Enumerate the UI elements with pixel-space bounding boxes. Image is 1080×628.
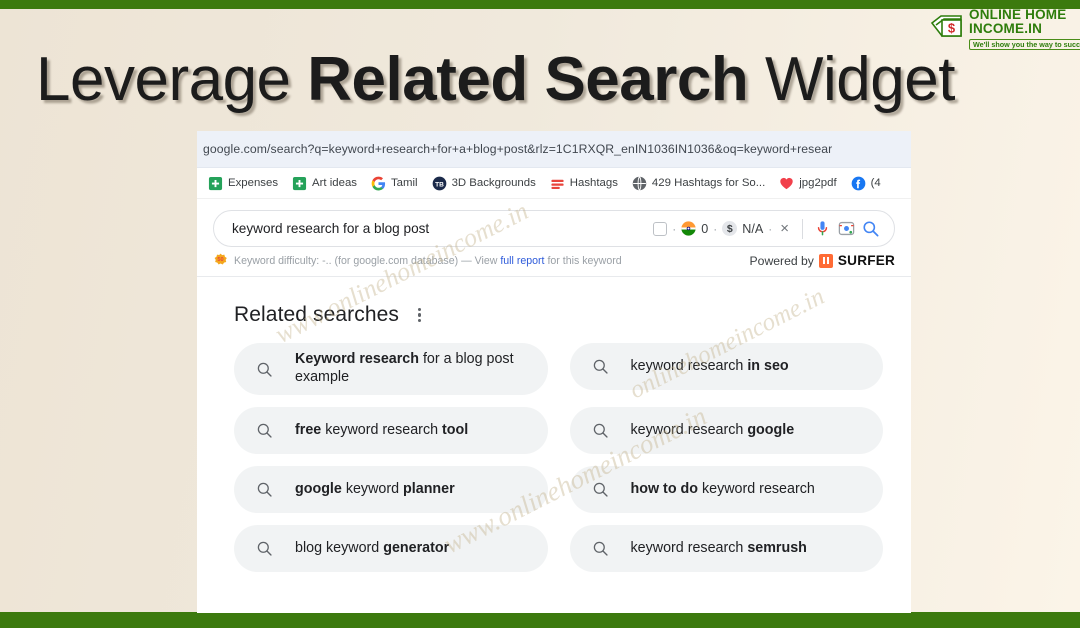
related-searches-header: Related searches: [234, 303, 883, 327]
related-search-item[interactable]: keyword research semrush: [569, 525, 883, 572]
svg-text:50: 50: [217, 257, 223, 263]
bottom-green-band: [0, 612, 1080, 628]
bookmark-expenses[interactable]: Expenses: [201, 174, 285, 193]
search-input[interactable]: keyword research for a blog post: [232, 221, 653, 236]
separator-dot: ·: [768, 221, 773, 236]
red-lines-icon: [551, 179, 564, 189]
search-icon: [593, 423, 608, 438]
bookmark-facebook[interactable]: (4: [844, 174, 888, 193]
title-part-2: Related Search: [307, 45, 749, 114]
select-checkbox[interactable]: [653, 221, 668, 236]
related-search-item[interactable]: google keyword planner: [234, 466, 548, 513]
related-search-label: free keyword research tool: [295, 421, 469, 438]
facebook-icon: [851, 176, 865, 190]
full-report-link[interactable]: full report: [500, 255, 544, 267]
bookmarks-bar: Expenses Art ideas Tamil TB 3D Backgroun…: [197, 168, 911, 199]
search-icon: [257, 541, 272, 556]
cpc-value: N/A: [742, 221, 764, 236]
related-searches-grid: Keyword research for a blog post example…: [234, 343, 883, 572]
search-icon: [257, 362, 272, 377]
search-icon: [593, 541, 608, 556]
related-search-label: keyword research google: [630, 421, 795, 438]
search-icon: [257, 423, 272, 438]
page-title: Leverage Related Search Widget: [36, 44, 1036, 116]
related-search-item[interactable]: blog keyword generator: [234, 525, 548, 572]
related-search-label: Keyword research for a blog post example: [295, 351, 514, 385]
sheets-icon: [208, 176, 223, 190]
brand-line-2: INCOME.IN: [969, 20, 1043, 36]
related-search-label: keyword research semrush: [630, 539, 807, 556]
brand-line-1: ONLINE HOME: [969, 7, 1067, 23]
search-area: keyword research for a blog post · 0 · $…: [197, 199, 911, 247]
search-icon: [593, 359, 608, 374]
more-options-icon[interactable]: [412, 304, 427, 326]
related-search-item[interactable]: keyword research in seo: [569, 343, 883, 390]
related-search-label: google keyword planner: [295, 480, 455, 497]
divider: [802, 218, 803, 239]
surfer-badge-icon: 50: [214, 253, 227, 265]
bookmark-label: (4: [870, 177, 881, 189]
globe-icon: [632, 175, 647, 191]
bookmark-label: Tamil: [390, 177, 418, 189]
india-flag-icon: [681, 221, 696, 236]
surfer-difficulty-bar: 50 Keyword difficulty: -.. (for google.c…: [197, 247, 911, 276]
separator-dot: ·: [672, 221, 677, 236]
powered-by-label: Powered by: [749, 253, 814, 268]
separator-dot: ·: [713, 221, 718, 236]
bookmark-label: Art ideas: [312, 177, 357, 189]
address-bar-url: google.com/search?q=keyword+research+for…: [203, 142, 833, 156]
surfer-brand-name: SURFER: [837, 253, 895, 268]
address-bar[interactable]: google.com/search?q=keyword+research+for…: [197, 131, 911, 168]
related-search-item[interactable]: keyword research google: [569, 407, 883, 454]
bookmark-label: 429 Hashtags for So...: [651, 177, 766, 189]
bookmark-art-ideas[interactable]: Art ideas: [285, 174, 364, 193]
tb-icon: TB: [432, 176, 446, 190]
top-green-band: [0, 0, 1080, 9]
related-search-item[interactable]: free keyword research tool: [234, 407, 548, 454]
related-search-label: how to do keyword research: [630, 480, 815, 497]
heart-icon: [780, 177, 793, 189]
dollar-icon: $: [722, 221, 738, 236]
google-lens-icon[interactable]: [837, 219, 856, 238]
bookmark-hashtags[interactable]: Hashtags: [543, 174, 625, 193]
bookmark-label: jpg2pdf: [799, 177, 837, 189]
search-icon: [257, 482, 272, 497]
kd-prefix: Keyword difficulty: -.. (for google.com …: [234, 254, 501, 267]
search-box-tools: · 0 · $ N/A · ×: [653, 218, 880, 239]
related-searches-title: Related searches: [234, 303, 400, 326]
google-icon: [371, 176, 386, 190]
bookmark-429-hashtags[interactable]: 429 Hashtags for So...: [625, 174, 772, 193]
related-search-label: blog keyword generator: [295, 539, 450, 556]
bookmark-3d-backgrounds[interactable]: TB 3D Backgrounds: [425, 174, 543, 193]
microphone-icon[interactable]: [813, 219, 832, 238]
search-box[interactable]: keyword research for a blog post · 0 · $…: [213, 210, 895, 247]
related-search-label: keyword research in seo: [630, 357, 789, 374]
sheets-icon: [292, 176, 307, 190]
bookmark-tamil[interactable]: Tamil: [364, 174, 425, 193]
related-search-item[interactable]: Keyword research for a blog post example: [234, 343, 548, 395]
title-part-3: Widget: [748, 45, 955, 114]
svg-text:TB: TB: [435, 181, 444, 188]
search-volume-value: 0: [701, 221, 709, 236]
related-searches-section: Related searches Keyword research for a …: [197, 277, 911, 572]
money-stack-icon: $: [930, 15, 962, 37]
search-icon[interactable]: [861, 219, 880, 238]
surfer-logo-icon: [818, 253, 833, 268]
browser-screenshot: google.com/search?q=keyword+research+for…: [197, 131, 911, 613]
keyword-difficulty-text: Keyword difficulty: -.. (for google.com …: [234, 255, 622, 267]
close-icon[interactable]: ×: [777, 220, 792, 237]
bookmark-jpg2pdf[interactable]: jpg2pdf: [772, 174, 843, 193]
svg-text:$: $: [948, 21, 956, 36]
bookmark-label: Hashtags: [569, 177, 618, 189]
title-part-1: Leverage: [36, 45, 308, 114]
kd-suffix: for this keyword: [544, 254, 622, 267]
bookmark-label: 3D Backgrounds: [451, 177, 536, 189]
search-icon: [593, 482, 608, 497]
bookmark-label: Expenses: [228, 177, 279, 189]
powered-by-surfer: Powered by SURFER: [750, 253, 895, 268]
related-search-item[interactable]: how to do keyword research: [569, 466, 883, 513]
